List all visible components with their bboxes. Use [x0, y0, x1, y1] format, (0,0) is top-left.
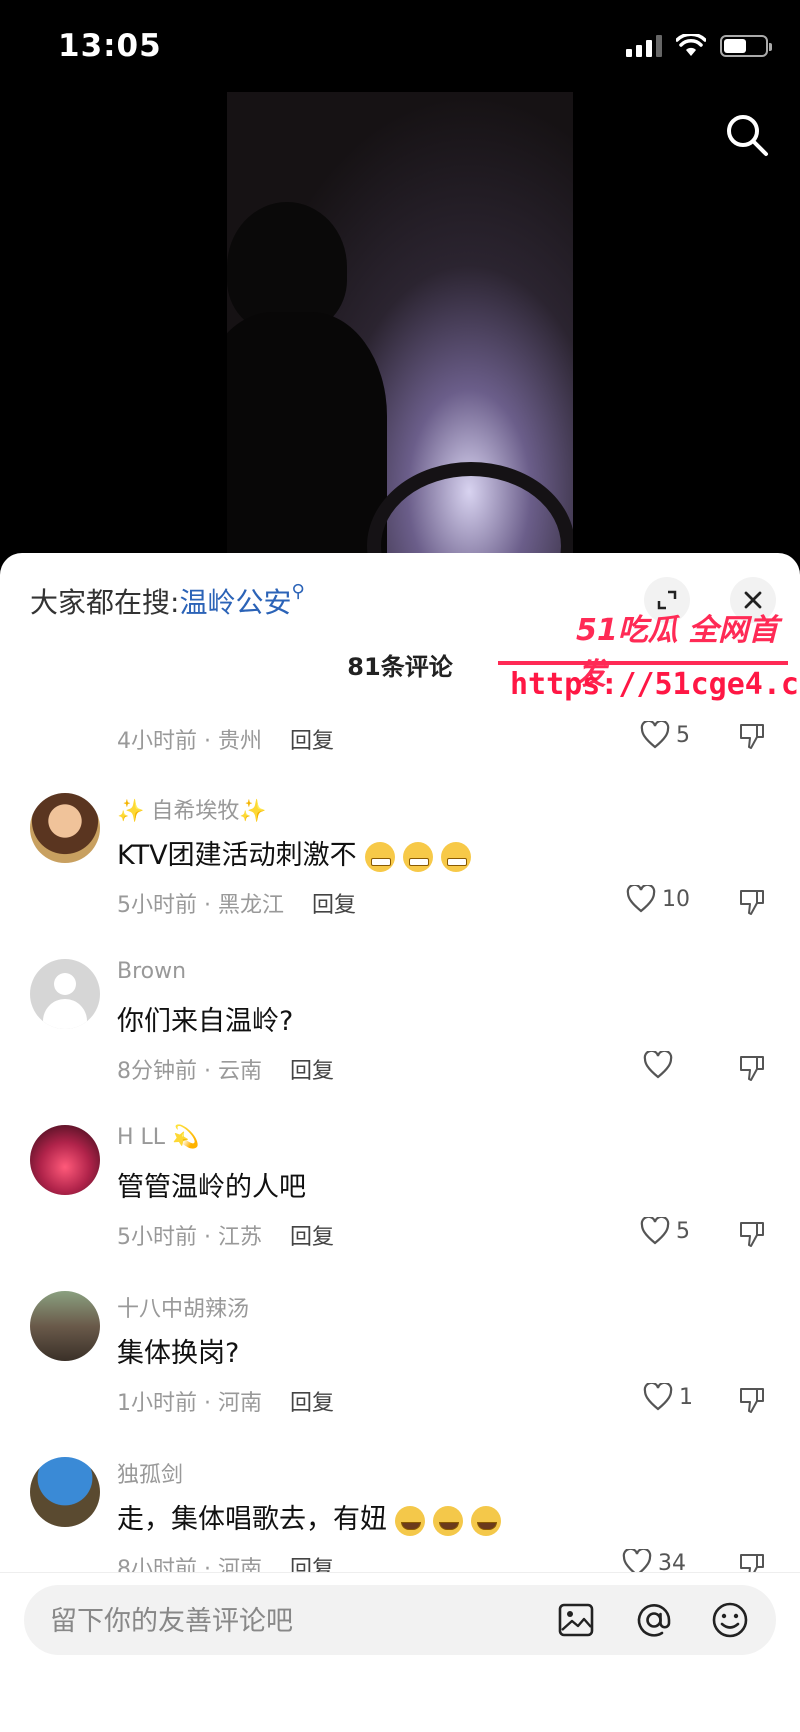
comment-time-location: 5小时前 · 黑龙江: [117, 893, 284, 918]
comment-author[interactable]: Brown: [117, 959, 186, 984]
comment-time-location: 5小时前 · 江苏: [117, 1225, 262, 1250]
video-person-body: [227, 312, 387, 562]
like-count: 10: [662, 886, 690, 912]
reply-button[interactable]: 回复: [290, 729, 334, 754]
dislike-icon[interactable]: [737, 1219, 767, 1249]
heart-icon: [643, 1383, 673, 1411]
comment-time-location: 4小时前 · 贵州: [117, 729, 262, 754]
dislike-icon[interactable]: [737, 721, 767, 751]
heart-icon: [640, 1217, 670, 1245]
avatar[interactable]: [30, 1125, 100, 1195]
video-player[interactable]: [227, 92, 573, 562]
avatar[interactable]: [30, 1291, 100, 1361]
cellular-signal-icon: [626, 35, 662, 57]
avatar[interactable]: [30, 959, 100, 1029]
comment-text: KTV团建活动刺激不: [117, 833, 471, 872]
search-icon[interactable]: [724, 112, 770, 158]
like-button[interactable]: 5: [640, 1217, 690, 1245]
status-bar: 13:05: [0, 0, 800, 90]
keyword-search-icon: ⚲: [291, 581, 305, 602]
comment-input-bar: [0, 1572, 800, 1732]
at-icon[interactable]: [634, 1600, 674, 1640]
watermark: 51吃瓜 全网首发 https://51cge4.com: [498, 605, 800, 705]
video-steering-wheel: [367, 462, 573, 562]
comment-text: 管管温岭的人吧: [117, 1172, 306, 1203]
comment-text: 走，集体唱歌去，有妞: [117, 1497, 501, 1536]
comment-sheet: 大家都在搜:温岭公安⚲ 81条评论 51吃瓜 全网首发 https://51cg…: [0, 553, 800, 1731]
comment-input-container[interactable]: [24, 1585, 776, 1657]
like-button[interactable]: 5: [640, 721, 690, 749]
comment-meta: 4小时前 · 贵州 回复: [117, 723, 334, 755]
comment-text: 集体换岗?: [117, 1338, 240, 1369]
like-count: 5: [676, 722, 690, 748]
like-button[interactable]: [643, 1051, 679, 1079]
image-icon[interactable]: [556, 1600, 596, 1640]
reply-button[interactable]: 回复: [290, 1225, 334, 1250]
like-button[interactable]: 10: [626, 885, 690, 913]
like-count: 5: [676, 1218, 690, 1244]
trending-prefix: 大家都在搜:: [30, 586, 180, 619]
emoji-icon[interactable]: [710, 1600, 750, 1640]
comment-meta: 5小时前 · 江苏 回复: [117, 1219, 334, 1251]
dislike-icon[interactable]: [737, 1385, 767, 1415]
status-icons: [626, 34, 772, 58]
like-count: 1: [679, 1384, 693, 1410]
comment-input[interactable]: [48, 1585, 532, 1657]
avatar[interactable]: [30, 793, 100, 863]
comment-meta: 5小时前 · 黑龙江 回复: [117, 887, 356, 919]
comment-author[interactable]: 十八中胡辣汤: [117, 1291, 249, 1323]
comment-time-location: 1小时前 · 河南: [117, 1391, 262, 1416]
like-button[interactable]: 1: [643, 1383, 693, 1411]
watermark-line2: https://51cge4.com: [510, 667, 800, 702]
reply-button[interactable]: 回复: [312, 893, 356, 918]
heart-icon: [643, 1051, 673, 1079]
trending-keyword[interactable]: 温岭公安: [179, 586, 291, 619]
reply-button[interactable]: 回复: [290, 1391, 334, 1416]
comment-meta: 1小时前 · 河南 回复: [117, 1385, 334, 1417]
avatar[interactable]: [30, 1457, 100, 1527]
heart-icon: [626, 885, 656, 913]
watermark-divider: [498, 661, 788, 665]
dislike-icon[interactable]: [737, 887, 767, 917]
wifi-icon: [676, 34, 706, 56]
trending-search[interactable]: 大家都在搜:温岭公安⚲: [30, 581, 305, 621]
comment-author[interactable]: ✨ 自希埃牧✨: [117, 793, 267, 825]
status-time: 13:05: [58, 28, 162, 64]
comment-time-location: 8分钟前 · 云南: [117, 1059, 262, 1084]
battery-icon: [720, 35, 772, 57]
comment-author[interactable]: 独孤剑: [117, 1457, 183, 1489]
comment-author[interactable]: H LL 💫: [117, 1125, 199, 1150]
comment-text: 你们来自温岭?: [117, 1006, 294, 1037]
heart-icon: [640, 721, 670, 749]
dislike-icon[interactable]: [737, 1053, 767, 1083]
comment-meta: 8分钟前 · 云南 回复: [117, 1053, 334, 1085]
reply-button[interactable]: 回复: [290, 1059, 334, 1084]
